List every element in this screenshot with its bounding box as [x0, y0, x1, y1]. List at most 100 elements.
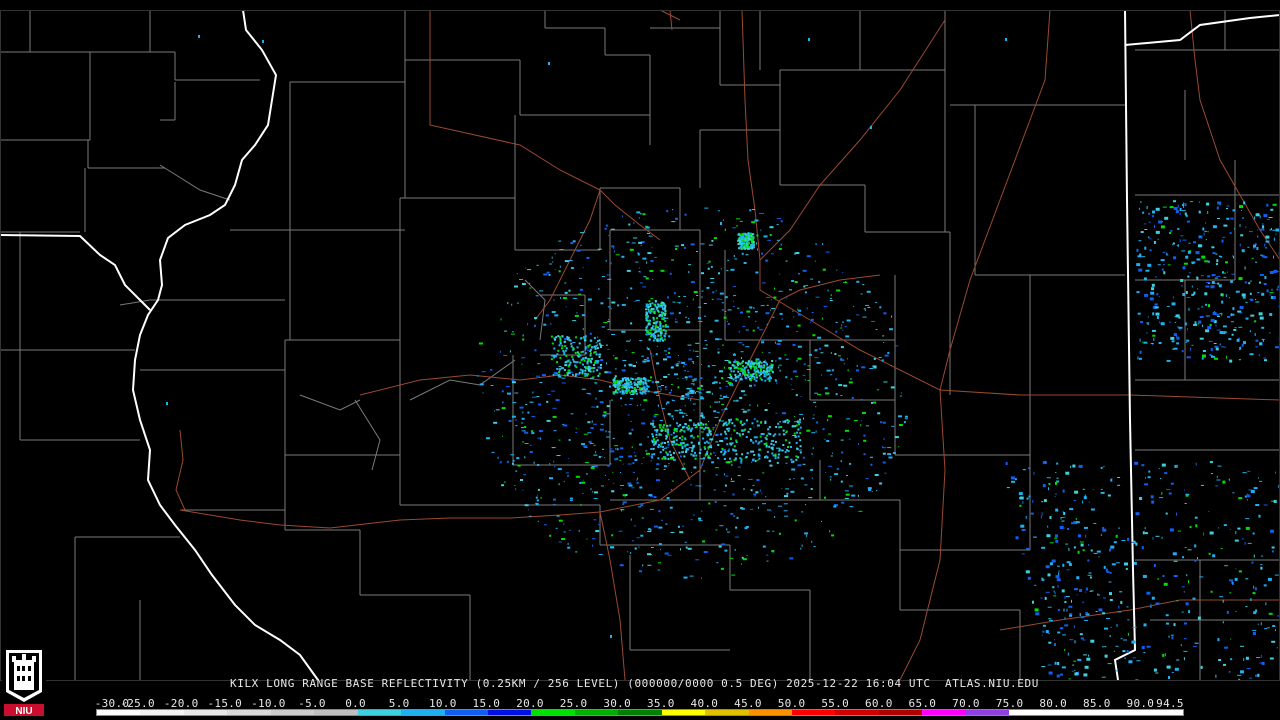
echo-pixel [643, 457, 645, 459]
echo-pixel [797, 324, 801, 327]
echo-pixel [1055, 481, 1057, 485]
echo-pixel [1219, 331, 1224, 334]
echo-pixel [661, 307, 664, 310]
echo-pixel [1085, 587, 1088, 591]
echo-pixel [1117, 484, 1121, 486]
echo-pixel [528, 515, 532, 517]
echo-pixel [657, 326, 659, 329]
echo-pixel [882, 445, 884, 448]
echo-pixel [845, 475, 848, 476]
echo-pixel [565, 347, 568, 350]
echo-pixel [856, 280, 860, 283]
echo-pixel [1187, 250, 1191, 254]
echo-pixel [768, 366, 771, 369]
echo-pixel [1084, 591, 1086, 593]
echo-pixel [479, 383, 484, 386]
echo-pixel [1111, 563, 1116, 566]
echo-pixel [634, 455, 637, 457]
echo-pixel [1074, 588, 1078, 591]
echo-pixel [677, 425, 680, 428]
echo-pixel [507, 392, 511, 395]
echo-pixel [628, 484, 633, 487]
echo-pixel [770, 369, 773, 371]
echo-pixel [1134, 461, 1139, 465]
echo-pixel [666, 497, 670, 500]
echo-pixel [663, 358, 667, 361]
echo-pixel [1161, 491, 1163, 495]
echo-pixel [665, 451, 668, 454]
echo-pixel [650, 422, 653, 425]
echo-pixel [707, 267, 710, 270]
echo-pixel [719, 370, 724, 373]
echo-pixel [783, 510, 788, 512]
echo-pixel [630, 386, 633, 388]
echo-pixel [668, 351, 670, 354]
product-caption: KILX LONG RANGE BASE REFLECTIVITY (0.25K… [230, 677, 1039, 690]
echo-pixel [515, 425, 518, 427]
echo-pixel [564, 282, 567, 284]
echo-pixel [622, 503, 625, 505]
echo-pixel [1136, 291, 1140, 294]
echo-pixel [579, 482, 582, 484]
echo-pixel [1145, 477, 1146, 479]
echo-pixel [616, 448, 619, 451]
echo-pixel [824, 496, 826, 499]
echo-pixel [1191, 263, 1194, 265]
echo-pixel [641, 422, 646, 425]
echo-pixel [537, 363, 541, 365]
echo-pixel [647, 564, 652, 566]
echo-pixel [663, 469, 666, 470]
echo-pixel [1046, 534, 1051, 538]
echo-pixel [640, 379, 643, 382]
echo-pixel [621, 255, 625, 258]
echo-pixel [698, 452, 701, 454]
echo-pixel [753, 369, 756, 372]
echo-pixel [766, 297, 771, 298]
echo-pixel [713, 410, 717, 413]
echo-pixel [790, 458, 793, 461]
echo-pixel [724, 549, 728, 552]
echo-pixel [1057, 662, 1060, 665]
echo-pixel [649, 319, 651, 322]
echo-pixel [775, 426, 778, 428]
echo-pixel [844, 490, 849, 492]
echo-pixel [690, 484, 692, 486]
echo-pixel [775, 412, 778, 414]
echo-pixel [1276, 647, 1278, 649]
echo-pixel [665, 437, 668, 440]
echo-pixel [876, 490, 878, 492]
echo-pixel [637, 477, 639, 480]
echo-pixel [600, 485, 604, 487]
echo-pixel [571, 355, 574, 358]
echo-pixel [743, 367, 746, 370]
echo-pixel [603, 411, 607, 414]
echo-pixel [652, 311, 655, 314]
echo-pixel [727, 422, 730, 425]
echo-pixel [799, 445, 802, 448]
echo-pixel [1221, 346, 1224, 348]
echo-pixel [567, 474, 569, 477]
echo-pixel [770, 253, 774, 255]
echo-pixel [782, 429, 785, 432]
echo-pixel [757, 404, 759, 407]
echo-pixel [1264, 359, 1267, 362]
echo-pixel [750, 236, 752, 239]
echo-pixel [581, 314, 585, 317]
echo-pixel [840, 346, 844, 349]
echo-pixel [904, 415, 908, 418]
echo-pixel [1221, 294, 1224, 297]
echo-pixel [828, 465, 833, 467]
echo-pixel [628, 223, 631, 226]
echo-pixel [553, 356, 556, 359]
echo-pixel [520, 479, 523, 481]
echo-pixel [531, 432, 535, 435]
echo-pixel [742, 344, 745, 346]
echo-pixel [1090, 639, 1095, 643]
echo-pixel [522, 489, 524, 491]
echo-pixel [614, 445, 619, 447]
echo-pixel [799, 418, 801, 421]
echo-pixel [723, 316, 727, 319]
echo-pixel [661, 441, 664, 444]
echo-pixel [797, 345, 802, 348]
state-boundaries [0, 9, 1280, 681]
